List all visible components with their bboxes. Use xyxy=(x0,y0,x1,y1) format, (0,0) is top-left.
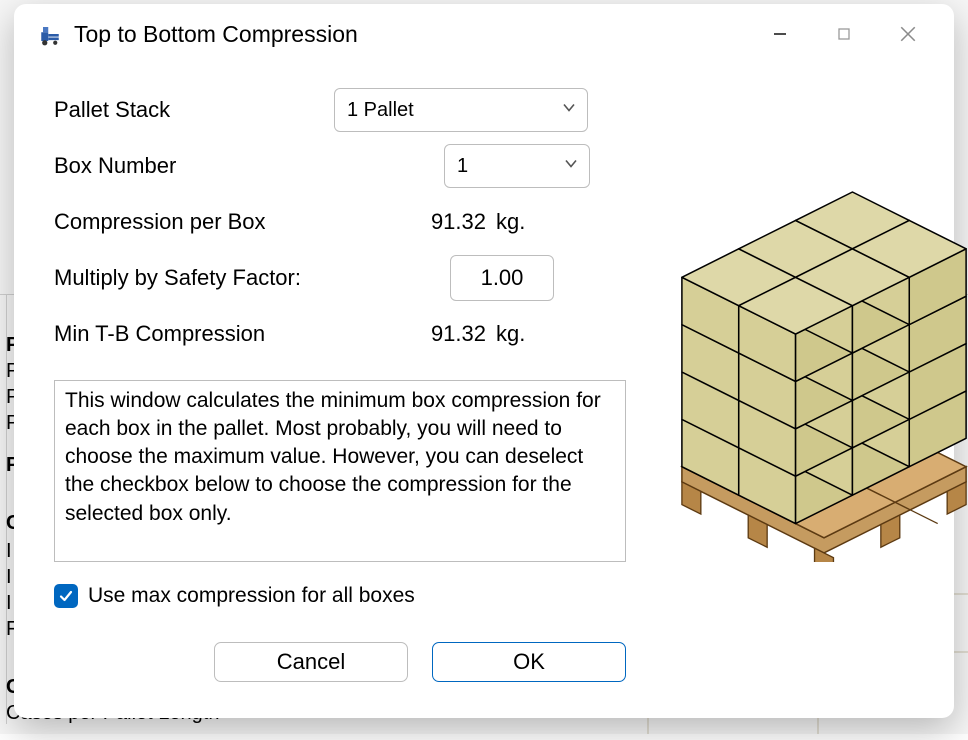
description-text: This window calculates the minimum box c… xyxy=(65,389,601,525)
safety-factor-input[interactable] xyxy=(450,255,554,301)
dialog-window: Top to Bottom Compression Pallet Stack 1… xyxy=(14,4,954,718)
chevron-down-icon xyxy=(561,99,577,122)
box-number-select[interactable]: 1 xyxy=(444,144,590,188)
minimize-button[interactable] xyxy=(748,10,812,58)
bg-text: I xyxy=(6,566,12,589)
min-tb-compression-label: Min T-B Compression xyxy=(54,321,414,347)
window-title: Top to Bottom Compression xyxy=(74,21,748,48)
compression-per-box-label: Compression per Box xyxy=(54,209,414,235)
min-tb-compression-unit: kg. xyxy=(496,321,525,347)
bg-text: I xyxy=(6,540,12,563)
maximize-button[interactable] xyxy=(812,10,876,58)
app-icon xyxy=(36,20,64,48)
form-panel: Pallet Stack 1 Pallet Box Number 1 xyxy=(54,82,626,682)
pallet-stack-select[interactable]: 1 Pallet xyxy=(334,88,588,132)
pallet-stack-label: Pallet Stack xyxy=(54,97,334,123)
use-max-compression-label: Use max compression for all boxes xyxy=(88,584,415,608)
compression-per-box-value: 91.32 xyxy=(414,209,486,235)
box-number-value: 1 xyxy=(457,155,468,178)
compression-per-box-unit: kg. xyxy=(496,209,525,235)
description-textarea[interactable]: This window calculates the minimum box c… xyxy=(54,380,626,562)
box-number-label: Box Number xyxy=(54,153,444,179)
ok-button[interactable]: OK xyxy=(432,642,626,682)
titlebar: Top to Bottom Compression xyxy=(14,4,954,64)
use-max-compression-checkbox[interactable] xyxy=(54,584,78,608)
pallet-icon xyxy=(644,182,968,562)
cancel-button[interactable]: Cancel xyxy=(214,642,408,682)
chevron-down-icon xyxy=(563,155,579,178)
pallet-preview xyxy=(644,82,968,682)
close-button[interactable] xyxy=(876,10,940,58)
pallet-stack-value: 1 Pallet xyxy=(347,99,414,122)
min-tb-compression-value: 91.32 xyxy=(414,321,486,347)
bg-text: I xyxy=(6,592,12,615)
safety-factor-label: Multiply by Safety Factor: xyxy=(54,265,450,291)
